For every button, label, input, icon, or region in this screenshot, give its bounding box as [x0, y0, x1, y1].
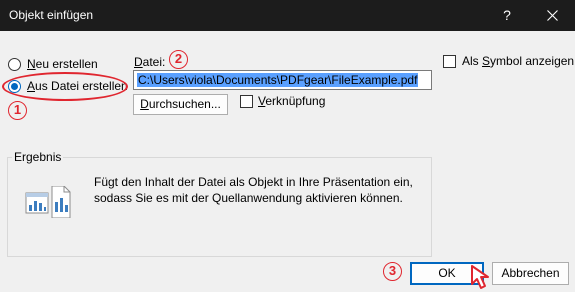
result-group-title: Ergebnis	[12, 150, 64, 164]
browse-button[interactable]: Durchsuchen...	[133, 94, 228, 115]
symbol-checkbox[interactable]	[443, 55, 456, 68]
radio-new[interactable]: Neu erstellen	[8, 57, 98, 71]
symbol-checkbox-label: Als Symbol anzeigen	[462, 54, 575, 68]
file-label: Datei:	[134, 55, 166, 69]
mouse-cursor-icon	[470, 264, 502, 292]
link-checkbox[interactable]	[240, 95, 253, 108]
close-icon	[546, 10, 558, 21]
annotation-step-2: 2	[169, 50, 188, 69]
file-path-value: C:\Users\viola\Documents\PDFgear\FileExa…	[137, 73, 419, 87]
help-icon: ?	[503, 7, 511, 23]
window-title: Objekt einfügen	[9, 8, 94, 22]
annotation-step-1: 1	[8, 101, 27, 120]
radio-new-indicator[interactable]	[8, 57, 21, 71]
cancel-button[interactable]: Abbrechen	[492, 262, 569, 285]
title-bar: Objekt einfügen ?	[0, 0, 575, 31]
annotation-ellipse	[2, 72, 128, 101]
result-description: Fügt den Inhalt der Datei als Objekt in …	[94, 175, 413, 205]
file-path-input[interactable]: C:\Users\viola\Documents\PDFgear\FileExa…	[133, 70, 432, 90]
help-button[interactable]: ?	[486, 0, 528, 31]
embedded-object-icon	[24, 185, 72, 221]
annotation-step-3: 3	[383, 262, 402, 281]
radio-new-label: Neu erstellen	[27, 57, 98, 71]
link-checkbox-label: Verknüpfung	[258, 94, 326, 108]
browse-button-label: Durchsuchen...	[140, 97, 221, 111]
close-button[interactable]	[531, 0, 573, 31]
